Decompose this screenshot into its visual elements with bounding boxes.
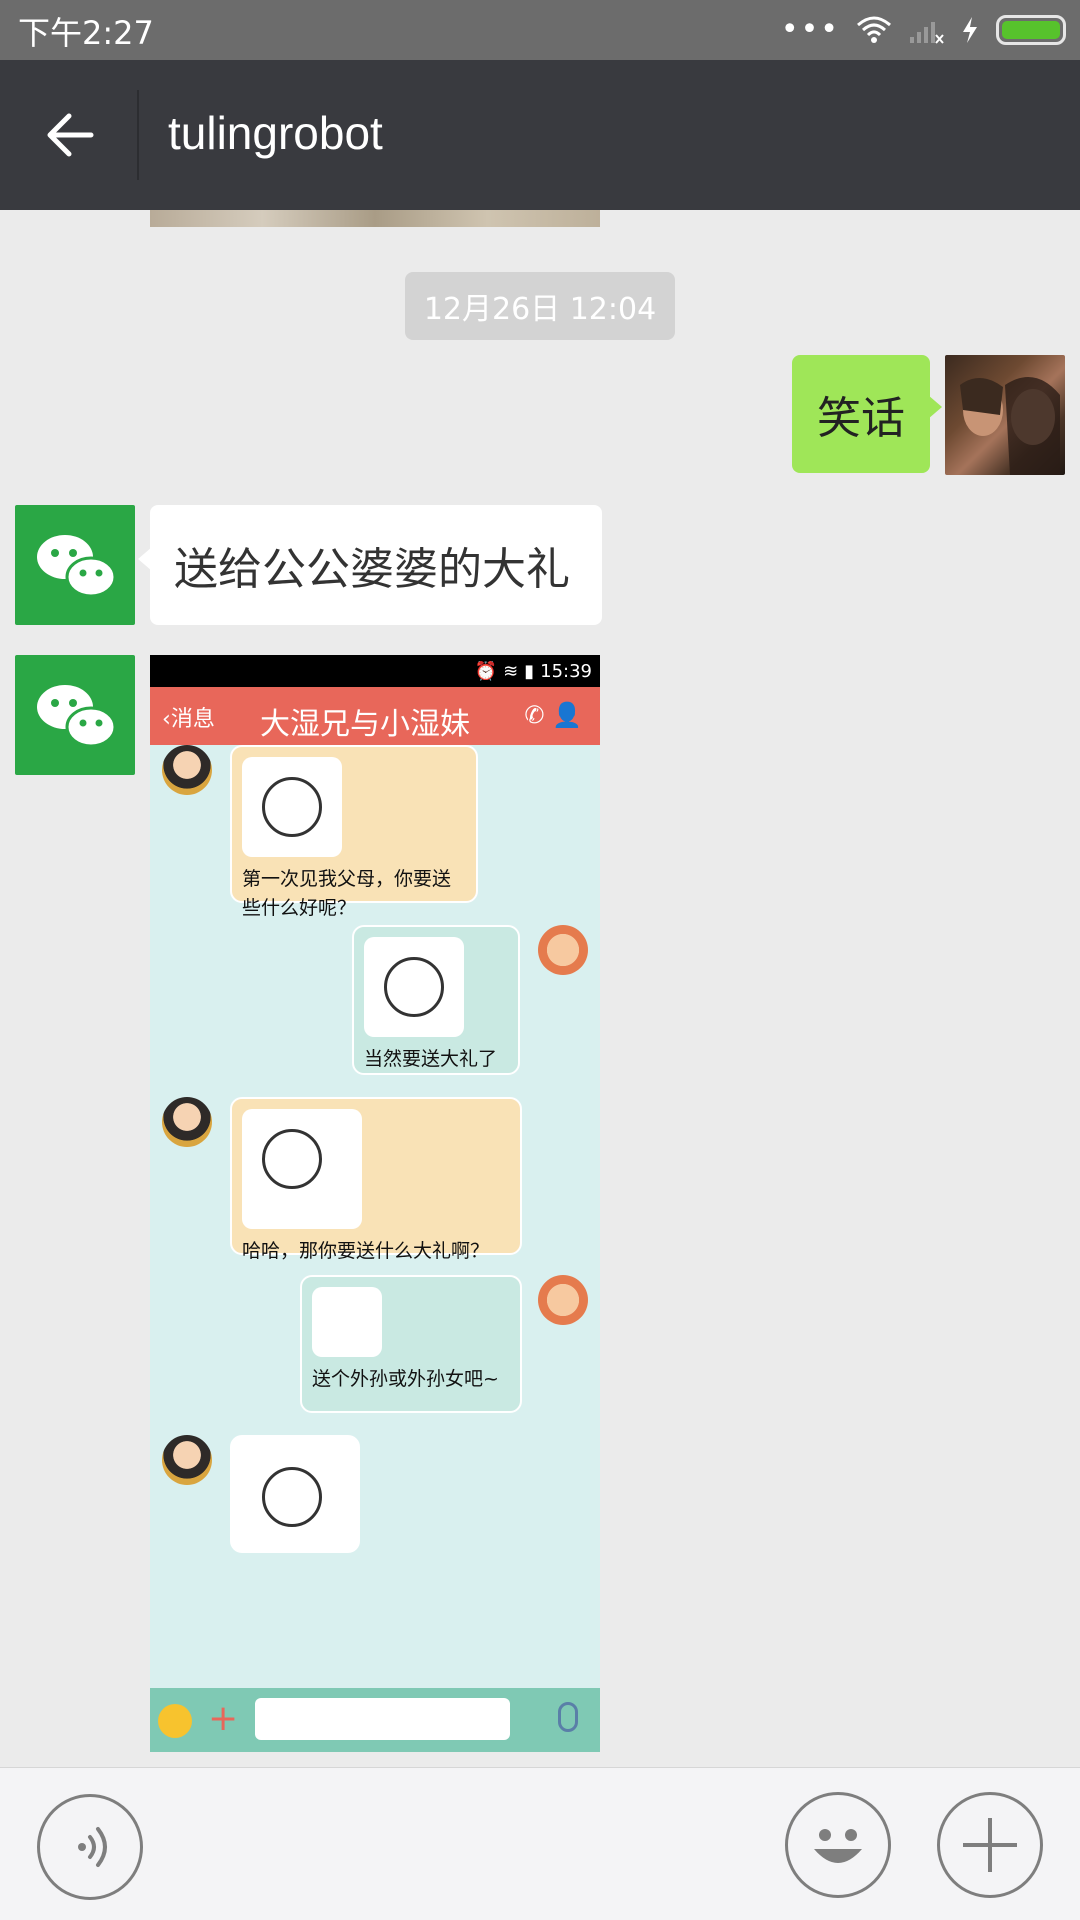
avatar-photo	[960, 377, 1060, 475]
image-sticker	[242, 1447, 342, 1547]
voice-icon	[78, 1827, 107, 1867]
image-avatar-boy	[538, 925, 588, 975]
bot-avatar[interactable]	[15, 655, 135, 775]
image-mic-icon	[558, 1702, 578, 1732]
status-icons: •••	[781, 12, 1066, 48]
image-plus-icon: +	[208, 1698, 239, 1739]
plus-icon	[963, 1818, 1017, 1872]
battery-icon	[996, 15, 1066, 45]
status-time: 下午2:27	[18, 14, 154, 52]
image-sticker	[312, 1287, 382, 1357]
image-sticker	[242, 1109, 362, 1229]
image-title: 大湿兄与小湿妹	[260, 707, 470, 742]
image-alarm-icon: ⏰	[474, 660, 498, 682]
voice-input-button[interactable]	[37, 1794, 143, 1900]
image-status-bar: ⏰ ≋ ▮ 15:39	[150, 655, 600, 687]
image-status-time: 15:39	[540, 660, 592, 682]
wechat-logo-icon	[37, 535, 117, 598]
bottom-input-bar	[0, 1767, 1080, 1920]
bot-message-bubble[interactable]: 送给公公婆婆的大礼	[138, 505, 602, 625]
bot-image-message[interactable]: ⏰ ≋ ▮ 15:39 ‹消息 大湿兄与小湿妹 ✆ 👤 第一次见我父母，你要送些…	[150, 655, 600, 1752]
smiley-icon	[814, 1829, 862, 1863]
signal-icon	[910, 22, 944, 44]
status-bar: 下午2:27 •••	[0, 0, 1080, 60]
image-bubble: 第一次见我父母，你要送些什么好呢？	[230, 745, 478, 919]
charging-icon	[963, 17, 977, 43]
back-arrow-icon	[47, 113, 94, 157]
image-avatar-girl	[162, 1435, 212, 1485]
more-dots: •••	[780, 12, 840, 47]
image-avatar-girl	[162, 1097, 212, 1147]
my-message-bubble[interactable]: 笑话	[792, 355, 942, 473]
image-emoji-icon	[158, 1704, 192, 1738]
image-sticker	[364, 937, 464, 1037]
wechat-logo-icon	[37, 685, 117, 748]
image-bubble: 送个外孙或外孙女吧~	[300, 1275, 522, 1413]
image-phone-contact-icon: ✆ 👤	[524, 701, 582, 729]
image-wifi-icon: ≋	[503, 660, 519, 682]
previous-image-message[interactable]	[150, 210, 600, 227]
chat-title: tulingrobot	[168, 107, 383, 159]
bot-avatar[interactable]	[15, 505, 135, 625]
message-timestamp: 12月26日 12:04	[405, 272, 675, 340]
title-divider	[137, 90, 139, 180]
image-content: 第一次见我父母，你要送些什么好呢？ 当然要送大礼了 哈哈，那你要送什么大礼啊？ …	[150, 745, 600, 1685]
emoji-button[interactable]	[785, 1792, 891, 1898]
image-input-bar: +	[150, 1688, 600, 1752]
image-input-field	[255, 1698, 510, 1740]
image-sticker	[242, 757, 342, 857]
back-button[interactable]	[30, 100, 110, 170]
my-avatar[interactable]	[945, 355, 1065, 475]
image-header: ‹消息 大湿兄与小湿妹 ✆ 👤	[150, 687, 600, 745]
image-bubble	[230, 1435, 360, 1553]
wifi-icon	[857, 16, 891, 43]
chat-area[interactable]: 12月26日 12:04 笑话 送给公公婆婆的大礼 ⏰ ≋ ▮ 15:39 ‹消…	[0, 210, 1080, 1767]
image-bubble: 哈哈，那你要送什么大礼啊？	[230, 1097, 522, 1262]
image-back-label: ‹消息	[162, 707, 215, 732]
title-bar: tulingrobot	[0, 60, 1080, 210]
more-options-button[interactable]	[937, 1792, 1043, 1898]
image-signal-icon: ▮	[524, 660, 535, 682]
image-avatar-boy	[538, 1275, 588, 1325]
image-bubble: 当然要送大礼了	[352, 925, 520, 1075]
image-avatar-girl	[162, 745, 212, 795]
